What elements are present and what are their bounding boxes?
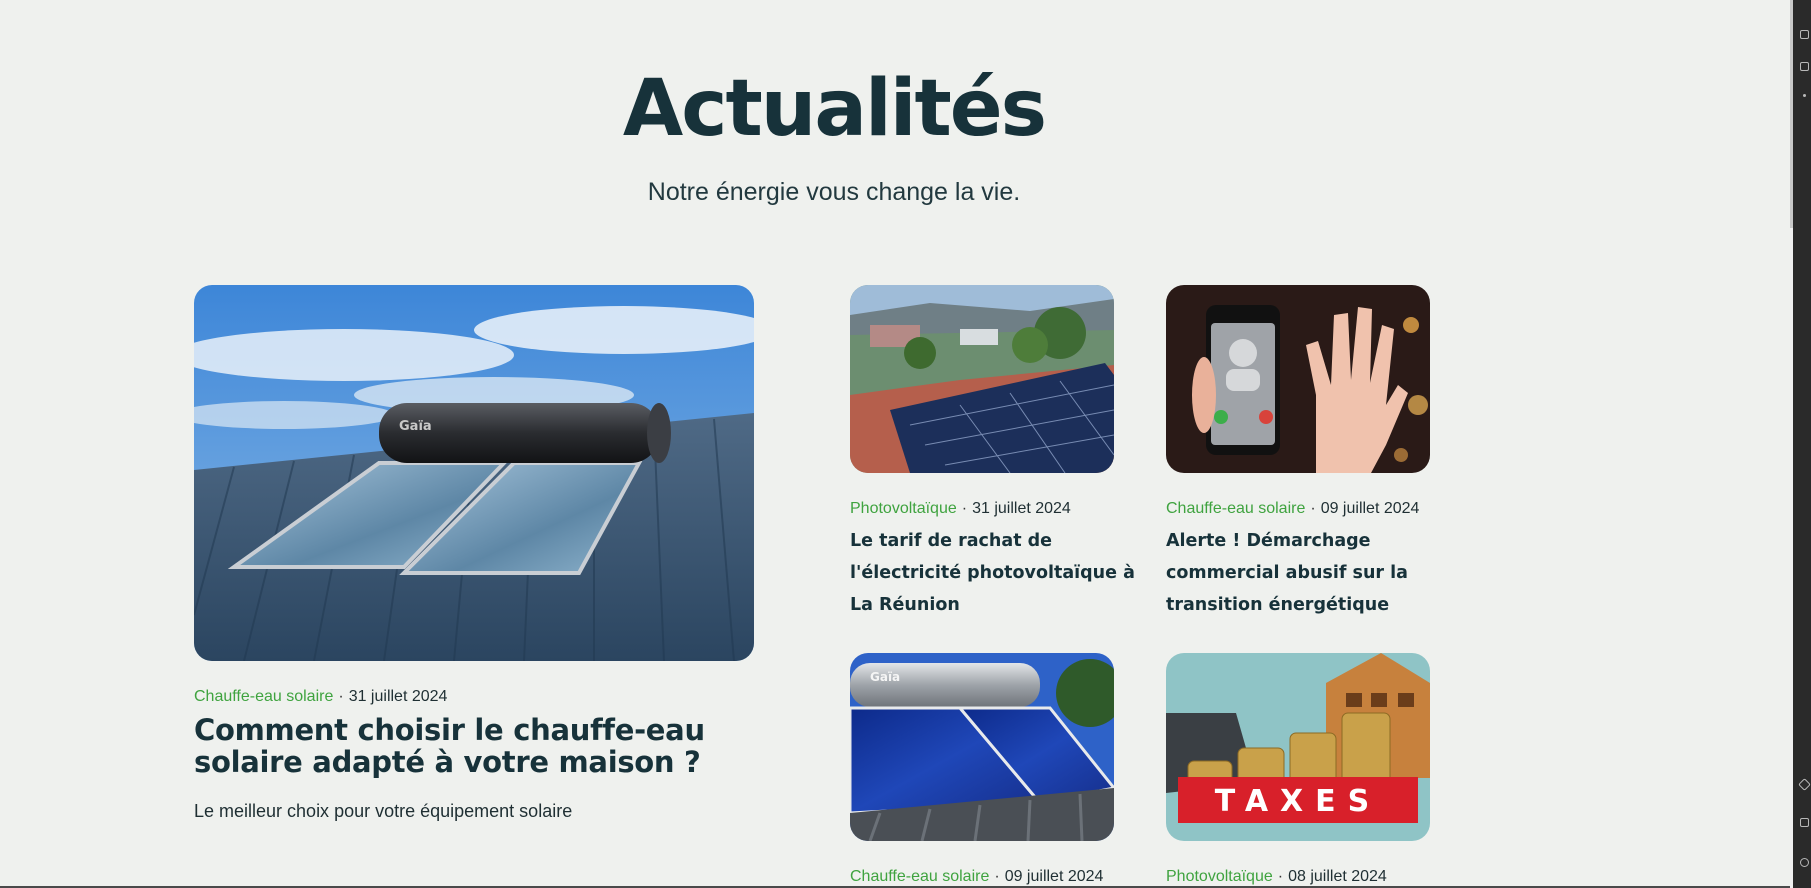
article-1-category[interactable]: Photovoltaïque: [850, 500, 957, 517]
featured-article-image[interactable]: Gaïa: [194, 285, 754, 661]
featured-article-meta: Chauffe-eau solaire · 31 juillet 2024: [194, 687, 447, 707]
more-icon[interactable]: [1803, 94, 1806, 97]
article-4-date: 08 juillet 2024: [1288, 868, 1387, 885]
article-3-meta: Chauffe-eau solaire · 09 juillet 2024: [850, 867, 1103, 887]
panel-toggle-icon[interactable]: [1800, 30, 1809, 39]
article-image-taxes-coins[interactable]: TAXES: [1166, 653, 1430, 841]
meta-separator: ·: [338, 688, 344, 705]
article-3-date: 09 juillet 2024: [1004, 868, 1104, 885]
featured-image-brand: Gaïa: [399, 419, 432, 434]
article-image-photovoltaic-roof[interactable]: [850, 285, 1114, 473]
scrollbar-thumb[interactable]: [1790, 0, 1793, 228]
article-4-image-text: TAXES: [1215, 784, 1382, 819]
article-image-phone-call[interactable]: [1166, 285, 1430, 473]
page-subtitle: Notre énergie vous change la vie.: [647, 178, 1021, 206]
featured-article-title[interactable]: Comment choisir le chauffe-eau solaire a…: [194, 714, 754, 778]
meta-separator: ·: [994, 868, 1000, 885]
article-3-category[interactable]: Chauffe-eau solaire: [850, 868, 989, 885]
article-4-meta: Photovoltaïque · 08 juillet 2024: [1166, 867, 1387, 887]
featured-article-date: 31 juillet 2024: [348, 688, 448, 705]
featured-article-category[interactable]: Chauffe-eau solaire: [194, 688, 333, 705]
article-2-title[interactable]: Alerte ! Démarchage commercial abusif su…: [1166, 525, 1466, 621]
scrollbar-track[interactable]: [1790, 0, 1793, 888]
article-1-meta: Photovoltaïque · 31 juillet 2024: [850, 499, 1071, 519]
meta-separator: ·: [1277, 868, 1284, 885]
side-panel-strip: [1790, 0, 1811, 888]
meta-separator: ·: [961, 500, 968, 517]
article-image-solar-water-heater[interactable]: Gaïa: [850, 653, 1114, 841]
article-3-image-brand: Gaïa: [870, 670, 900, 684]
page-title: Actualités: [622, 64, 1047, 154]
article-4-category[interactable]: Photovoltaïque: [1166, 868, 1273, 885]
grid-icon[interactable]: [1800, 62, 1809, 71]
featured-article-excerpt: Le meilleur choix pour votre équipement …: [194, 801, 573, 821]
meta-separator: ·: [1310, 500, 1316, 517]
article-2-category[interactable]: Chauffe-eau solaire: [1166, 500, 1305, 517]
article-1-date: 31 juillet 2024: [972, 500, 1071, 517]
article-2-meta: Chauffe-eau solaire · 09 juillet 2024: [1166, 499, 1419, 519]
diamond-icon[interactable]: [1798, 778, 1811, 791]
article-2-date: 09 juillet 2024: [1320, 500, 1420, 517]
info-icon[interactable]: [1800, 858, 1809, 867]
article-1-title[interactable]: Le tarif de rachat de l'électricité phot…: [850, 525, 1150, 621]
image-panel-icon[interactable]: [1800, 818, 1809, 827]
